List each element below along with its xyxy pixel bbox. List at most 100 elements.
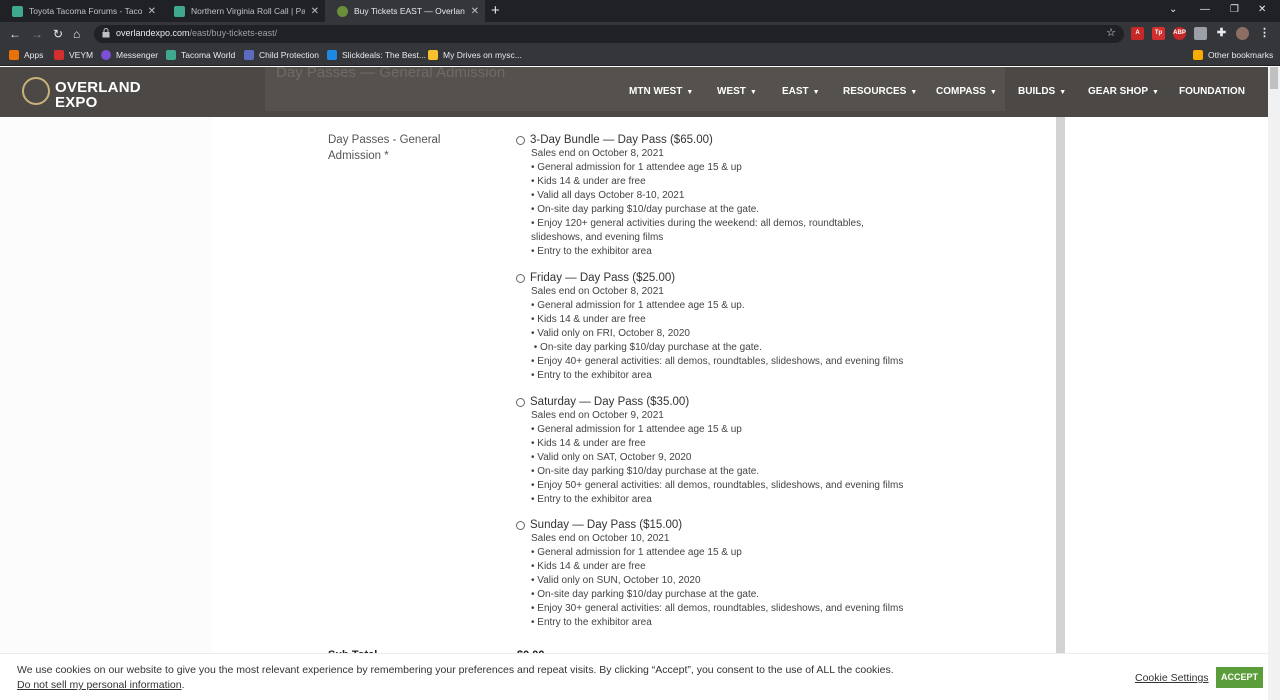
option-detail: • Kids 14 & under are free [531, 176, 646, 187]
restore-icon[interactable]: ❐ [1230, 4, 1239, 15]
window-close-icon[interactable]: ✕ [1258, 4, 1266, 15]
url-domain: overlandexpo.com [116, 28, 190, 38]
adblock-extension-icon[interactable]: ABP [1173, 27, 1186, 40]
address-bar[interactable]: overlandexpo.com/east/buy-tickets-east/ … [94, 25, 1124, 43]
nav-item-resources[interactable]: RESOURCES ▼ [843, 86, 917, 97]
option-detail: • On-site day parking $10/day purchase a… [531, 466, 760, 477]
nav-item-west[interactable]: WEST ▼ [717, 86, 757, 97]
bookmark-label: Other bookmarks [1208, 50, 1274, 60]
nav-label: RESOURCES [843, 86, 907, 97]
option-detail: Sales end on October 9, 2021 [531, 410, 664, 421]
nav-item-compass[interactable]: COMPASS ▼ [936, 86, 997, 97]
back-icon[interactable]: ← [9, 26, 21, 42]
bookmark-apps[interactable]: Apps [9, 50, 43, 60]
bookmark-label: Apps [24, 50, 44, 60]
option-detail: • Valid only on SUN, October 10, 2020 [531, 575, 701, 586]
option-detail: • Kids 14 & under are free [531, 314, 646, 325]
option-detail: • Valid only on SAT, October 9, 2020 [531, 452, 692, 463]
nav-label: WEST [717, 86, 746, 97]
bookmark-favicon-icon [428, 50, 438, 60]
bookmark-favicon-icon [327, 50, 337, 60]
tab-search-icon[interactable]: ⌄ [1169, 4, 1177, 15]
url-path: /east/buy-tickets-east/ [189, 28, 278, 38]
page-scrollbar[interactable] [1268, 67, 1280, 700]
close-icon[interactable]: ✕ [311, 6, 319, 17]
radio-button[interactable] [516, 274, 525, 283]
ticket-option-sunday[interactable]: Sunday — Day Pass ($15.00) Sales end on … [516, 518, 946, 630]
option-detail: • Valid all days October 8-10, 2021 [531, 190, 685, 201]
content-divider [1056, 117, 1065, 653]
field-label: Day Passes - General Admission * [328, 132, 468, 164]
extension-icon[interactable]: Tp [1152, 27, 1165, 40]
pdf-extension-icon[interactable]: A [1131, 27, 1144, 40]
radio-button[interactable] [516, 521, 525, 530]
radio-button[interactable] [516, 398, 525, 407]
browser-tab-active[interactable]: Buy Tickets EAST — Overland Expo ✕ [325, 0, 485, 22]
nav-label: GEAR SHOP [1088, 86, 1149, 97]
extensions-icon[interactable]: ✚ [1215, 27, 1228, 40]
messenger-icon [101, 50, 111, 60]
required-mark: * [384, 150, 389, 162]
new-tab-plus-icon[interactable]: + [491, 2, 500, 19]
overland-expo-logo[interactable]: OVERLAND EXPO [22, 75, 142, 111]
nav-item-foundation[interactable]: FOUNDATION [1179, 86, 1245, 97]
nav-label: EAST [782, 86, 809, 97]
bookmark-slickdeals[interactable]: Slickdeals: The Best... [327, 50, 426, 60]
nav-item-east[interactable]: EAST ▼ [782, 86, 820, 97]
bookmark-messenger[interactable]: Messenger [101, 50, 158, 60]
chevron-down-icon: ▼ [686, 89, 694, 96]
chevron-down-icon: ▼ [1152, 89, 1159, 96]
browser-tab[interactable]: Northern Virginia Roll Call | Page ✕ [162, 0, 325, 22]
option-detail: • Valid only on FRI, October 8, 2020 [531, 328, 690, 339]
bookmark-veym[interactable]: VEYM [54, 50, 93, 60]
nav-item-gear-shop[interactable]: GEAR SHOP ▼ [1088, 86, 1159, 97]
profile-avatar-icon[interactable] [1236, 27, 1249, 40]
chevron-down-icon: ▼ [1059, 89, 1067, 96]
ticket-option-saturday[interactable]: Saturday — Day Pass ($35.00) Sales end o… [516, 395, 946, 507]
bookmark-child-protection[interactable]: Child Protection [244, 50, 319, 60]
bookmark-label: Child Protection [259, 50, 320, 60]
option-detail: • On-site day parking $10/day purchase a… [531, 589, 760, 600]
reload-icon[interactable]: ↻ [53, 26, 63, 42]
accept-button[interactable]: ACCEPT [1216, 667, 1263, 688]
radio-button[interactable] [516, 136, 525, 145]
ticket-option-3-day-bundle[interactable]: 3-Day Bundle — Day Pass ($65.00) Sales e… [516, 133, 946, 259]
nav-label: BUILDS [1018, 86, 1056, 97]
option-title: Friday — Day Pass ($25.00) [530, 272, 676, 284]
bookmark-favicon-icon [166, 50, 176, 60]
cookie-do-not-sell: Do not sell my personal information. [17, 679, 185, 691]
option-detail: • On-site day parking $10/day purchase a… [531, 342, 762, 353]
bookmark-other[interactable]: Other bookmarks [1193, 50, 1273, 60]
close-icon[interactable]: ✕ [148, 6, 156, 17]
star-icon[interactable]: ☆ [1106, 26, 1116, 39]
bookmark-label: My Drives on mysc... [443, 50, 522, 60]
cookie-period: . [181, 679, 185, 691]
nav-item-mtn-west[interactable]: MTN WEST ▼ [629, 86, 693, 97]
browser-tab[interactable]: Toyota Tacoma Forums - Tacoma World ✕ [0, 0, 162, 22]
scrollbar-thumb[interactable] [1270, 67, 1278, 89]
bookmark-tacoma-world[interactable]: Tacoma World [166, 50, 235, 60]
forward-icon[interactable]: → [31, 26, 43, 42]
option-title: Saturday — Day Pass ($35.00) [530, 396, 690, 408]
cookie-settings-link[interactable]: Cookie Settings [1135, 672, 1209, 684]
nav-item-builds[interactable]: BUILDS ▼ [1018, 86, 1066, 97]
menu-icon[interactable]: ⋮ [1258, 27, 1271, 40]
option-detail: • General admission for 1 attendee age 1… [531, 424, 742, 435]
home-icon[interactable]: ⌂ [73, 26, 80, 42]
do-not-sell-link[interactable]: Do not sell my personal information [17, 679, 182, 691]
option-detail: • General admission for 1 attendee age 1… [531, 300, 745, 311]
bookmark-my-drives[interactable]: My Drives on mysc... [428, 50, 522, 60]
option-title: Sunday — Day Pass ($15.00) [530, 519, 683, 531]
apps-grid-icon [9, 50, 19, 60]
logo-emblem-icon [22, 77, 50, 105]
minimize-icon[interactable]: — [1200, 4, 1210, 15]
tab-title: Northern Virginia Roll Call | Page [191, 6, 305, 16]
section-heading-text: Day Passes — General Admission [276, 67, 506, 81]
tab-favicon-icon [12, 5, 23, 17]
site-header: Day Passes — General Admission OVERLAND … [0, 67, 1268, 117]
lock-icon [102, 28, 110, 38]
extension-icon[interactable] [1194, 27, 1207, 40]
ticket-option-friday[interactable]: Friday — Day Pass ($25.00) Sales end on … [516, 271, 946, 383]
option-detail: • General admission for 1 attendee age 1… [531, 547, 742, 558]
close-icon[interactable]: ✕ [471, 6, 479, 17]
